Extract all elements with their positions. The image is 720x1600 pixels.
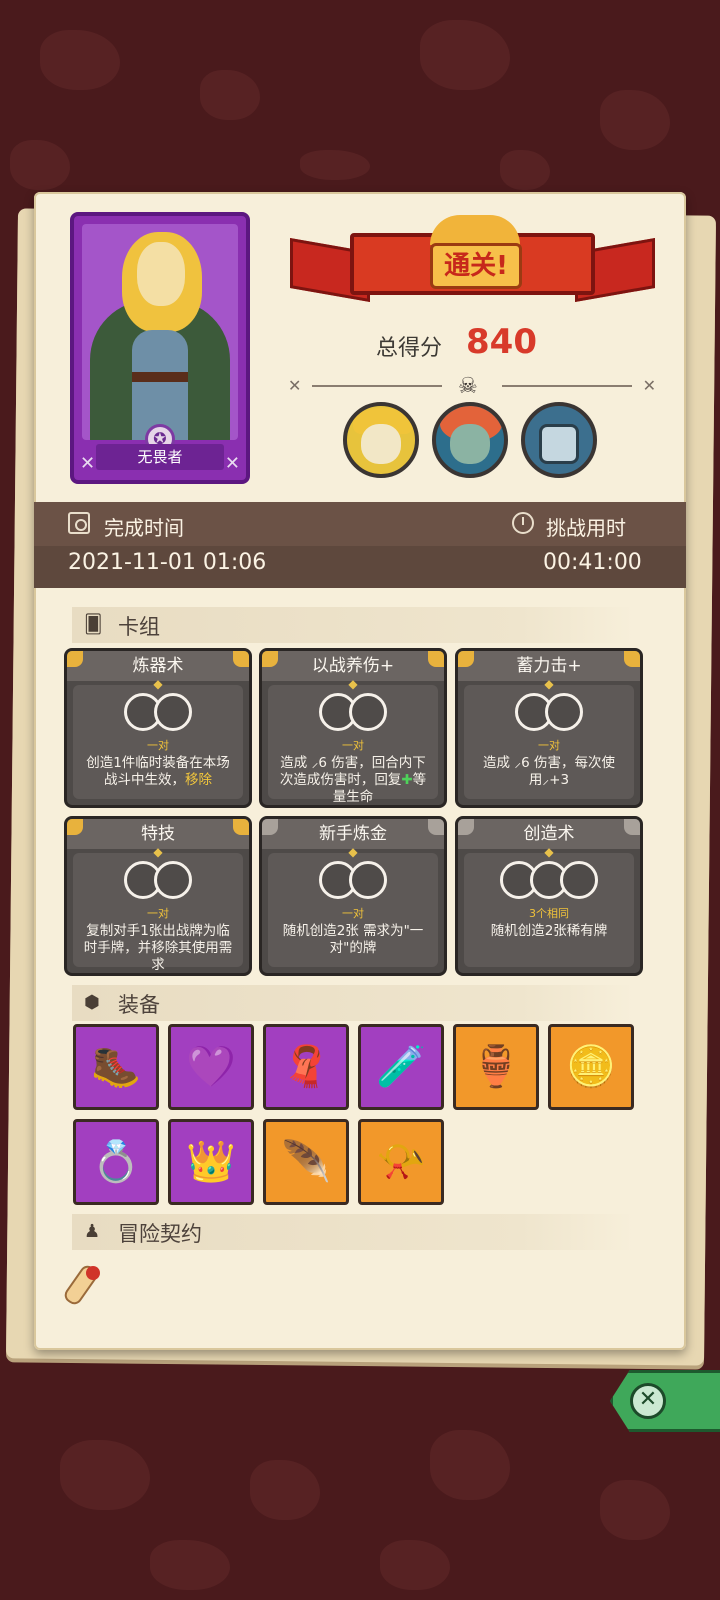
crossed-bones-icon: ✕	[288, 376, 302, 395]
contract-title: 冒险契约	[118, 1222, 202, 1246]
crystal-jar-icon: 🏺	[471, 1044, 521, 1090]
cards-icon: 🂠	[84, 614, 103, 635]
deck-card[interactable]: 炼器术 ◆ 一对 创造1件临时装备在本场战斗中生效，移除	[64, 648, 252, 808]
equipment-slot-crystal-jar[interactable]: 🏺	[453, 1024, 539, 1110]
equipment-section-header: ⬢ 装备	[72, 985, 634, 1021]
score-label: 总得分	[376, 336, 443, 361]
equipment-slot-diamond-ring[interactable]: 💍	[73, 1119, 159, 1205]
purple-potion-icon: 🧪	[376, 1044, 426, 1090]
stopwatch-icon	[512, 512, 534, 534]
phoenix-feather-icon: 🪶	[281, 1139, 331, 1185]
challenge-time-label: 挑战用时	[546, 516, 626, 540]
card-requirement: 一对	[147, 739, 169, 752]
crossed-bones-icon: ✕	[642, 376, 656, 395]
dice-slot-icon	[349, 861, 387, 899]
equipment-title: 装备	[118, 993, 160, 1017]
deck-card[interactable]: 以战养伤+ ◆ 一对 造成 ⸝6 伤害，回合内下次造成伤害时，回复✚等量生命	[259, 648, 447, 808]
red-cloak-icon: 🧣	[281, 1044, 331, 1090]
dice-slot-icon	[545, 693, 583, 731]
card-emblem-icon: ◆	[544, 677, 554, 691]
completion-time-label: 完成时间	[104, 516, 184, 540]
boss-portrait-orc[interactable]	[432, 402, 508, 478]
card-description: 造成 ⸝6 伤害，回合内下次造成伤害时，回复✚等量生命	[279, 755, 427, 805]
equipment-slot-leather-bracer[interactable]: 🥾	[73, 1024, 159, 1110]
boss-portrait-knight[interactable]	[521, 402, 597, 478]
equipment-slot-gold-ring-disc[interactable]: 🪙	[548, 1024, 634, 1110]
card-description: 造成 ⸝6 伤害，每次使用⸝+3	[483, 755, 615, 788]
boss-divider: ✕ ☠ ✕	[288, 374, 656, 399]
equipment-slot-heart-amulet[interactable]: 💜	[168, 1024, 254, 1110]
horn-icon: 📯	[376, 1139, 426, 1185]
card-body: ◆ 一对复制对手1张出战牌为临时手牌，并移除其使用需求	[73, 845, 243, 973]
challenge-time-value: 00:41:00	[543, 550, 642, 575]
card-description: 随机创造2张 需求为"一对"的牌	[282, 923, 424, 956]
heart-amulet-icon: 💜	[186, 1044, 236, 1090]
bone-icon: ✕	[80, 453, 96, 474]
completion-time-value: 2021-11-01 01:06	[68, 550, 267, 575]
dice-requirement	[124, 861, 192, 899]
person-icon: ♟	[84, 1221, 101, 1242]
card-body: ◆ 一对造成 ⸝6 伤害，回合内下次造成伤害时，回复✚等量生命	[268, 677, 438, 805]
dice-requirement	[124, 693, 192, 731]
dice-slot-icon	[560, 861, 598, 899]
card-requirement: 3个相同	[529, 907, 569, 920]
dice-slot-icon	[349, 693, 387, 731]
score-value: 840	[466, 322, 537, 362]
card-body: ◆ 一对创造1件临时装备在本场战斗中生效，移除	[73, 677, 243, 799]
banner-title: 通关!	[430, 243, 522, 289]
card-description: 创造1件临时装备在本场战斗中生效，移除	[86, 755, 230, 788]
boss-portrait-witch[interactable]	[343, 402, 419, 478]
card-body: ◆ 3个相同随机创造2张稀有牌	[464, 845, 634, 967]
close-icon[interactable]: ✕	[630, 1383, 666, 1419]
film-icon	[68, 512, 90, 534]
deck-card[interactable]: 蓄力击+ ◆ 一对 造成 ⸝6 伤害，每次使用⸝+3	[455, 648, 643, 808]
card-description: 随机创造2张稀有牌	[490, 923, 608, 939]
deck-card[interactable]: 新手炼金 ◆ 一对 随机创造2张 需求为"一对"的牌	[259, 816, 447, 976]
bone-icon: ✕	[224, 453, 240, 474]
card-requirement: 一对	[342, 739, 364, 752]
victory-banner: 通关!	[290, 215, 655, 315]
card-emblem-icon: ◆	[348, 845, 358, 859]
cube-icon: ⬢	[84, 992, 100, 1013]
hero-name: 无畏者	[96, 444, 224, 470]
contract-section-header: ♟ 冒险契约	[72, 1214, 634, 1250]
hero-portrait	[82, 224, 238, 440]
skull-icon: ☠	[458, 374, 478, 399]
deck-card[interactable]: 特技 ◆ 一对 复制对手1张出战牌为临时手牌，并移除其使用需求	[64, 816, 252, 976]
card-emblem-icon: ◆	[153, 845, 163, 859]
hero-card: ✪ ✕ ✕ 无畏者	[70, 212, 250, 484]
card-body: ◆ 一对随机创造2张 需求为"一对"的牌	[268, 845, 438, 967]
equipment-slot-phoenix-feather[interactable]: 🪶	[263, 1119, 349, 1205]
deck-card[interactable]: 创造术 ◆ 3个相同 随机创造2张稀有牌	[455, 816, 643, 976]
equipment-slot-crown[interactable]: 👑	[168, 1119, 254, 1205]
dice-requirement	[319, 693, 387, 731]
gold-ring-disc-icon: 🪙	[566, 1044, 616, 1090]
diamond-ring-icon: 💍	[91, 1139, 141, 1185]
dice-requirement	[319, 861, 387, 899]
deck-section-header: 🂠 卡组	[72, 607, 634, 643]
card-body: ◆ 一对造成 ⸝6 伤害，每次使用⸝+3	[464, 677, 634, 799]
card-emblem-icon: ◆	[544, 845, 554, 859]
card-description: 复制对手1张出战牌为临时手牌，并移除其使用需求	[83, 923, 233, 973]
deck-title: 卡组	[118, 615, 160, 639]
crown-icon: 👑	[186, 1139, 236, 1185]
card-requirement: 一对	[342, 907, 364, 920]
dice-requirement	[515, 693, 583, 731]
dice-slot-icon	[154, 861, 192, 899]
card-requirement: 一对	[538, 739, 560, 752]
card-emblem-icon: ◆	[348, 677, 358, 691]
equipment-slot-horn[interactable]: 📯	[358, 1119, 444, 1205]
card-emblem-icon: ◆	[153, 677, 163, 691]
equipment-slot-red-cloak[interactable]: 🧣	[263, 1024, 349, 1110]
dice-slot-icon	[154, 693, 192, 731]
leather-bracer-icon: 🥾	[91, 1044, 141, 1090]
dice-requirement	[500, 861, 598, 899]
card-requirement: 一对	[147, 907, 169, 920]
scroll-icon[interactable]	[61, 1256, 114, 1308]
equipment-slot-purple-potion[interactable]: 🧪	[358, 1024, 444, 1110]
